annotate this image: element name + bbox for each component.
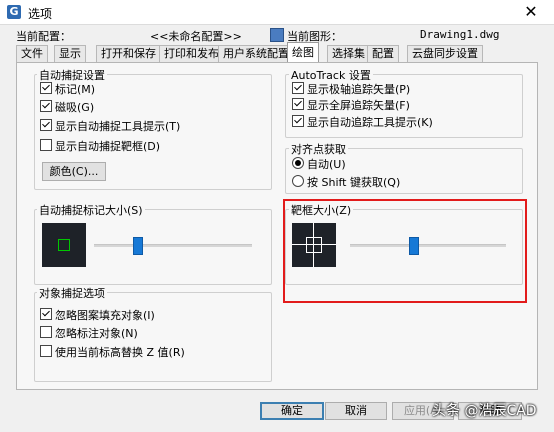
checkbox-icon <box>40 308 52 320</box>
autosnap-tooltip-checkbox[interactable]: 显示自动捕捉工具提示(T) <box>40 119 180 133</box>
shift-acquire-radio[interactable]: 按 Shift 键获取(Q) <box>292 175 400 189</box>
checkbox-icon <box>40 82 52 94</box>
fullscreen-vector-checkbox[interactable]: 显示全屏追踪矢量(F) <box>292 98 410 112</box>
close-icon[interactable]: ✕ <box>518 2 544 22</box>
ignore-dimension-checkbox[interactable]: 忽略标注对象(N) <box>40 326 138 340</box>
checkbox-icon <box>40 139 52 151</box>
checkbox-icon <box>40 345 52 357</box>
tab-file[interactable]: 文件 <box>16 45 48 62</box>
marker-size-title: 自动捕捉标记大小(S) <box>37 202 145 218</box>
tab-cloud-sync[interactable]: 云盘同步设置 <box>407 45 483 62</box>
checkbox-icon <box>292 98 304 110</box>
highlight-annotation-box <box>283 199 527 303</box>
marker-checkbox[interactable]: 标记(M) <box>40 82 95 96</box>
snap-marker-icon <box>58 239 70 251</box>
ignore-hatch-checkbox[interactable]: 忽略图案填充对象(I) <box>40 308 155 322</box>
drawing-file-icon <box>270 28 284 42</box>
auto-acquire-radio[interactable]: 自动(U) <box>292 157 346 171</box>
tab-selection[interactable]: 选择集 <box>327 45 370 62</box>
autosnap-settings-title: 自动捕捉设置 <box>37 67 107 83</box>
autosnap-aperture-checkbox[interactable]: 显示自动捕捉靶框(D) <box>40 139 160 153</box>
autotrack-tooltip-checkbox[interactable]: 显示自动追踪工具提示(K) <box>292 115 433 129</box>
checkbox-icon <box>40 119 52 131</box>
tab-profiles[interactable]: 配置 <box>367 45 399 62</box>
replace-z-checkbox[interactable]: 使用当前标高替换 Z 值(R) <box>40 345 185 359</box>
object-snap-options-title: 对象捕捉选项 <box>37 285 107 301</box>
tab-user-preferences[interactable]: 用户系统配置 <box>218 45 294 62</box>
tab-display[interactable]: 显示 <box>54 45 86 62</box>
alignment-point-title: 对齐点获取 <box>289 141 348 157</box>
tab-open-save[interactable]: 打开和保存 <box>96 45 161 62</box>
ok-button[interactable]: 确定 <box>260 402 324 420</box>
color-button[interactable]: 颜色(C)... <box>42 162 106 181</box>
radio-icon <box>292 175 304 187</box>
checkbox-icon <box>292 82 304 94</box>
checkbox-icon <box>292 115 304 127</box>
checkbox-icon <box>40 100 52 112</box>
app-logo-icon: G <box>7 5 21 19</box>
polar-vector-checkbox[interactable]: 显示极轴追踪矢量(P) <box>292 82 410 96</box>
tab-drafting[interactable]: 绘图 <box>287 42 319 63</box>
marker-size-slider-thumb[interactable] <box>133 237 143 255</box>
cancel-button[interactable]: 取消 <box>325 402 387 420</box>
window-title: 选项 <box>28 7 53 21</box>
watermark-text: 头条 @浩辰CAD <box>432 403 537 419</box>
current-config-value: <<未命名配置>> <box>150 30 242 43</box>
magnet-checkbox[interactable]: 磁吸(G) <box>40 100 94 114</box>
checkbox-icon <box>40 326 52 338</box>
marker-size-preview <box>42 223 86 267</box>
current-config-label: 当前配置： <box>16 30 71 43</box>
marker-size-slider-track[interactable] <box>94 244 252 247</box>
tab-plot-publish[interactable]: 打印和发布 <box>159 45 224 62</box>
autotrack-settings-title: AutoTrack 设置 <box>289 67 373 83</box>
radio-icon <box>292 157 304 169</box>
current-drawing-value: Drawing1.dwg <box>420 28 500 41</box>
title-bar: G 选项 ✕ <box>0 0 554 25</box>
